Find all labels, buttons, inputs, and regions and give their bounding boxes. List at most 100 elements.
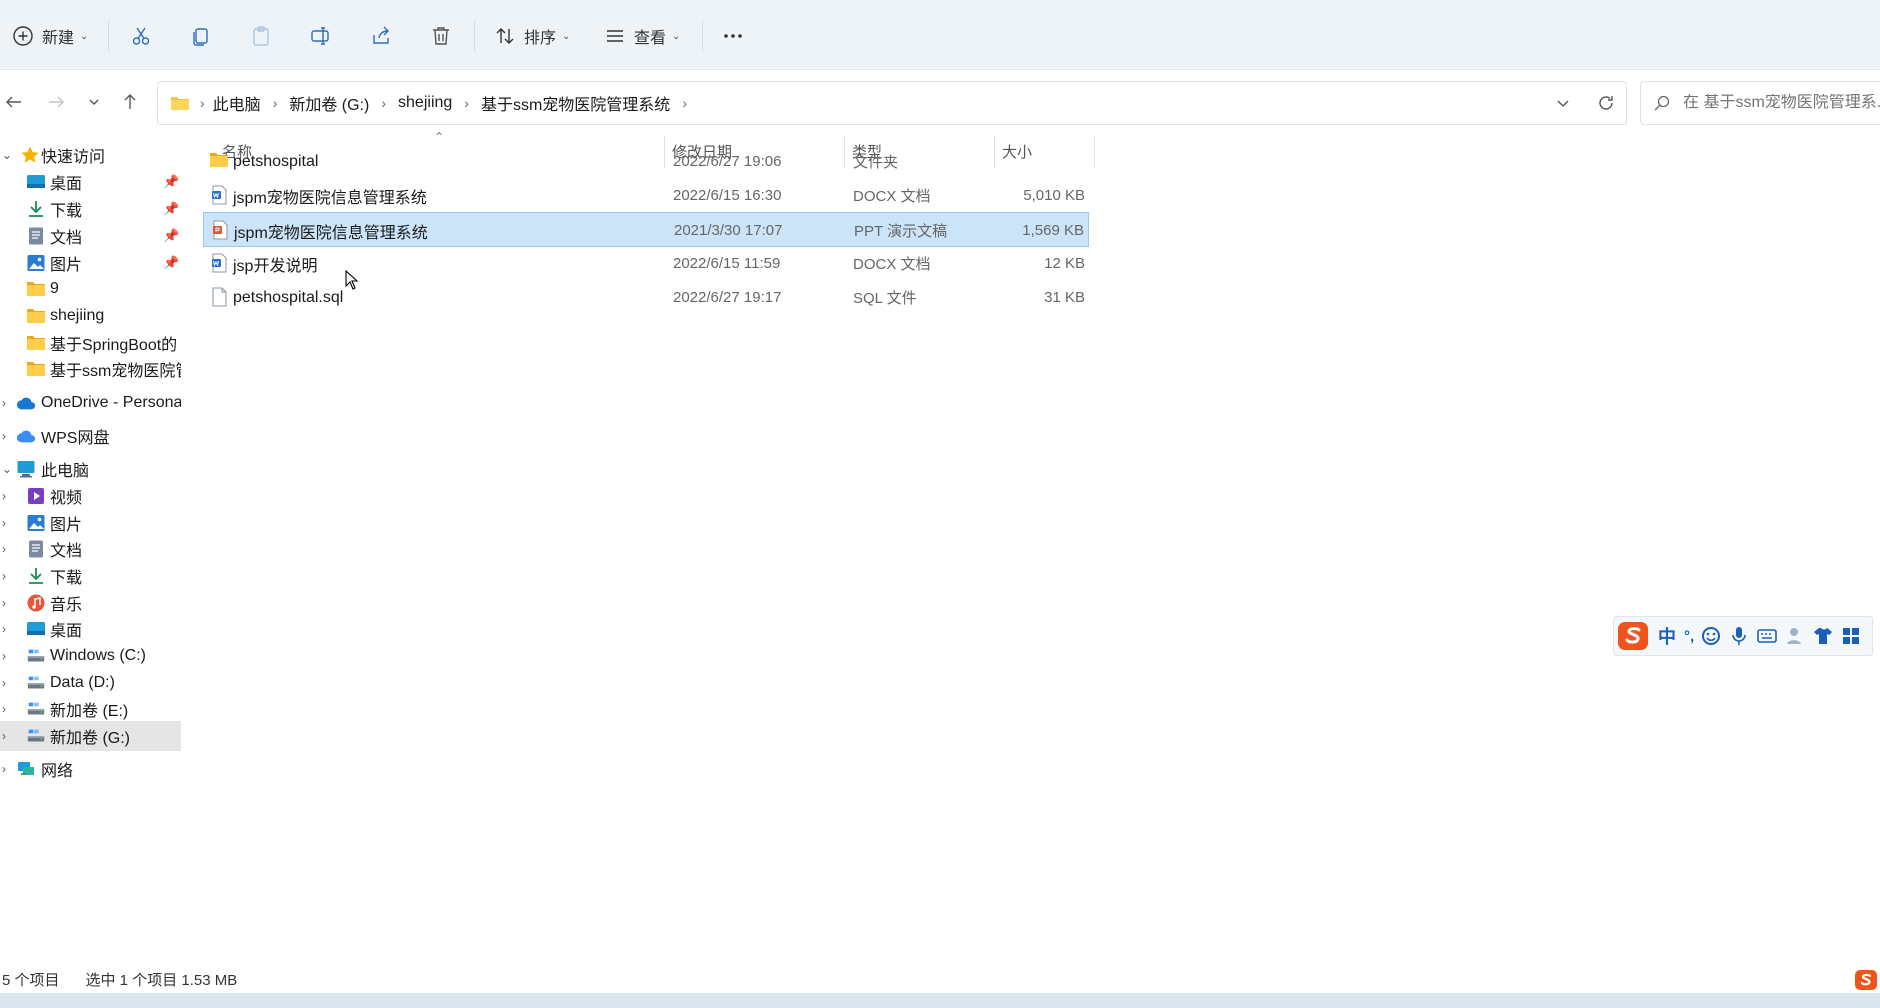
drive-icon: [26, 673, 46, 693]
sort-label: 排序: [524, 30, 557, 47]
breadcrumb-current-folder[interactable]: 基于ssm宠物医院管理系统: [481, 91, 670, 115]
sidebar-item[interactable]: › OneDrive - Persona: [0, 388, 181, 418]
command-bar: 新建 ⌄ 排序 ⌄ 查看 ⌄: [0, 0, 1880, 70]
breadcrumb-this-pc[interactable]: 此电脑: [213, 91, 261, 115]
chevron-right-icon[interactable]: ›: [2, 729, 6, 743]
emoji-icon[interactable]: [1700, 625, 1722, 647]
pin-icon[interactable]: 📌: [163, 174, 179, 190]
grid-menu-icon[interactable]: [1840, 625, 1862, 647]
sogou-tray-icon[interactable]: [1852, 968, 1878, 992]
folder-icon: [26, 279, 46, 299]
chevron-right-icon[interactable]: ›: [2, 569, 6, 583]
search-input[interactable]: [1683, 94, 1880, 112]
recent-locations-button[interactable]: [84, 86, 104, 118]
address-bar[interactable]: › 此电脑 › 新加卷 (G:) › shejiing › 基于ssm宠物医院管…: [157, 81, 1627, 125]
chevron-right-icon[interactable]: ›: [2, 516, 6, 530]
search-box[interactable]: [1640, 81, 1880, 125]
copy-button[interactable]: [190, 18, 212, 54]
download-icon: [26, 199, 46, 219]
ime-mode-label[interactable]: 中: [1658, 623, 1676, 649]
sidebar-item[interactable]: 文档 📌: [0, 221, 181, 251]
sidebar-item[interactable]: ⌄ 快速访问: [0, 140, 181, 170]
ime-toolbar[interactable]: 中 °,: [1613, 616, 1873, 656]
refresh-button[interactable]: [1596, 93, 1616, 118]
view-button[interactable]: 查看 ⌄: [604, 18, 680, 54]
keyboard-icon[interactable]: [1756, 625, 1778, 647]
microphone-icon[interactable]: [1728, 625, 1750, 647]
chevron-right-icon[interactable]: ›: [2, 622, 6, 636]
chevron-right-icon[interactable]: ›: [2, 429, 6, 443]
toolbar-divider: [702, 20, 703, 52]
pin-icon[interactable]: 📌: [163, 201, 179, 217]
sidebar-item[interactable]: › 桌面: [0, 614, 181, 644]
chevron-right-icon[interactable]: ›: [2, 649, 6, 663]
folder-icon: [209, 151, 229, 171]
sidebar-item[interactable]: 下载 📌: [0, 194, 181, 224]
sidebar-item[interactable]: ⌄ 此电脑: [0, 454, 181, 484]
file-row[interactable]: jspm宠物医院信息管理系统 2021/3/30 17:07 PPT 演示文稿 1,5…: [203, 212, 1089, 247]
trash-icon: [433, 27, 449, 45]
chevron-right-icon[interactable]: ›: [2, 702, 6, 716]
file-type: SQL 文件: [853, 290, 917, 307]
address-history-button[interactable]: [1554, 94, 1572, 117]
forward-button[interactable]: [44, 86, 68, 118]
sidebar-item-label: 图片: [50, 257, 83, 274]
selection-info: 选中 1 个项目 1.53 MB: [85, 971, 238, 989]
skin-shirt-icon[interactable]: [1812, 625, 1834, 647]
share-button[interactable]: [370, 18, 392, 54]
sidebar-item[interactable]: › WPS网盘: [0, 421, 181, 451]
sidebar-item-label: 文档: [50, 230, 83, 247]
chevron-right-icon[interactable]: ›: [2, 596, 6, 610]
sort-button[interactable]: 排序 ⌄: [494, 18, 570, 54]
chevron-right-icon[interactable]: ›: [2, 542, 6, 556]
video-icon: [26, 486, 46, 506]
sidebar-item[interactable]: 基于ssm宠物医院管: [0, 354, 181, 384]
sidebar-item-label: 图片: [50, 517, 83, 534]
sidebar-item[interactable]: › 下载: [0, 561, 181, 591]
navigation-pane: ⌄ 快速访问 桌面 📌 下载 📌 文档 📌 图片 📌 9 shejiing 基于SpringBoot的基…: [0, 140, 181, 960]
chevron-right-icon[interactable]: ›: [2, 762, 6, 776]
file-row[interactable]: jsp开发说明 2022/6/15 11:59 DOCX 文档 12 KB: [203, 246, 1089, 281]
new-button[interactable]: 新建 ⌄: [12, 18, 88, 54]
user-icon[interactable]: [1784, 625, 1806, 647]
chevron-down-icon[interactable]: ⌄: [2, 148, 12, 162]
sidebar-item-label: 新加卷 (E:): [50, 703, 129, 720]
back-button[interactable]: [2, 86, 26, 118]
sidebar-item-label: 网络: [41, 763, 74, 780]
file-row[interactable]: petshospital.sql 2022/6/27 19:17 SQL 文件 31 …: [203, 280, 1089, 315]
chevron-right-icon[interactable]: ›: [2, 489, 6, 503]
sidebar-item-label: 基于SpringBoot的: [50, 337, 178, 354]
up-button[interactable]: [118, 86, 142, 118]
chevron-down-icon[interactable]: ⌄: [2, 462, 12, 476]
sidebar-item[interactable]: 桌面 📌: [0, 167, 181, 197]
chevron-right-icon[interactable]: ›: [2, 676, 6, 690]
sidebar-item[interactable]: › 新加卷 (E:): [0, 694, 181, 724]
sidebar-item[interactable]: › 视频: [0, 481, 181, 511]
file-name: petshospital: [233, 152, 319, 170]
file-row[interactable]: jspm宠物医院信息管理系统 2022/6/15 16:30 DOCX 文档 5,01…: [203, 178, 1089, 213]
chevron-right-icon[interactable]: ›: [2, 396, 6, 410]
sidebar-item[interactable]: › Windows (C:): [0, 641, 181, 671]
column-divider[interactable]: [1094, 136, 1095, 168]
sort-ascending-icon: ⌃: [434, 130, 445, 144]
delete-button[interactable]: [430, 18, 452, 54]
rename-button[interactable]: [310, 18, 332, 54]
sidebar-item[interactable]: › 网络: [0, 754, 181, 784]
file-type: DOCX 文档: [853, 188, 931, 205]
sidebar-item[interactable]: 9: [0, 274, 181, 304]
file-date: 2022/6/27 19:17: [673, 289, 782, 306]
ime-punctuation-label[interactable]: °,: [1684, 628, 1694, 645]
sidebar-item[interactable]: › 新加卷 (G:): [0, 721, 181, 751]
paste-button[interactable]: [250, 18, 272, 54]
pin-icon[interactable]: 📌: [163, 255, 179, 271]
file-row[interactable]: petshospital 2022/6/27 19:06 文件夹: [203, 144, 1089, 179]
cut-button[interactable]: [130, 18, 152, 54]
chevron-down-icon: ⌄: [562, 30, 571, 42]
breadcrumb-drive-g[interactable]: 新加卷 (G:): [289, 91, 369, 115]
pin-icon[interactable]: 📌: [163, 228, 179, 244]
sidebar-item[interactable]: › 文档: [0, 534, 181, 564]
breadcrumb-shejiing[interactable]: shejiing: [398, 94, 452, 112]
sidebar-item[interactable]: shejiing: [0, 301, 181, 331]
navigation-row: › 此电脑 › 新加卷 (G:) › shejiing › 基于ssm宠物医院管…: [0, 70, 1880, 134]
more-options-button[interactable]: [722, 18, 744, 54]
